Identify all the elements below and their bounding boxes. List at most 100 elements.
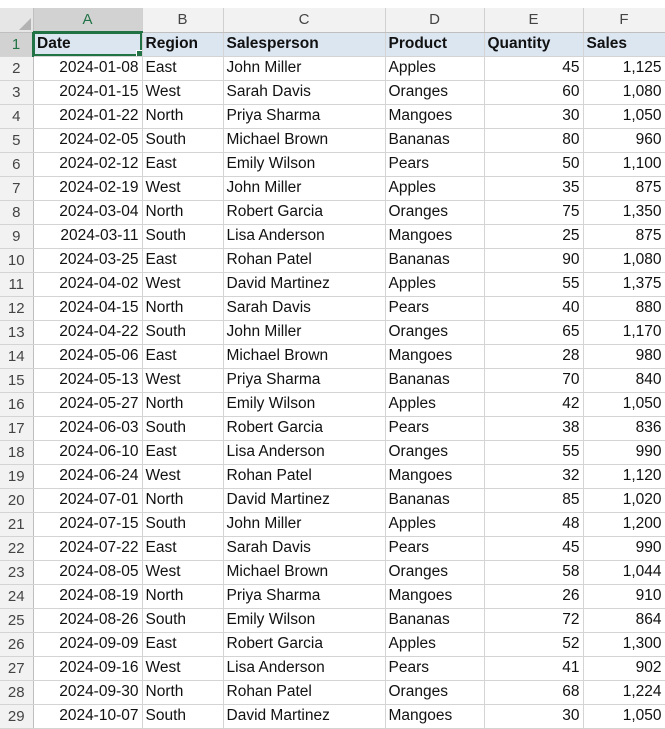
cell-date[interactable]: 2024-02-19 — [33, 176, 143, 201]
row-header[interactable]: 5 — [0, 128, 34, 153]
cell-quantity[interactable]: 48 — [484, 512, 584, 537]
cell-date[interactable]: 2024-04-22 — [33, 320, 143, 345]
cell-sales[interactable]: 1,100 — [583, 152, 665, 177]
cell-salesperson[interactable]: Robert Garcia — [223, 416, 386, 441]
row-header[interactable]: 3 — [0, 80, 34, 105]
cell-product[interactable]: Pears — [385, 296, 485, 321]
cell-quantity[interactable]: 90 — [484, 248, 584, 273]
cell-region[interactable]: South — [142, 128, 224, 153]
cell-product[interactable]: Pears — [385, 416, 485, 441]
cell-sales[interactable]: 1,125 — [583, 56, 665, 81]
row-header[interactable]: 15 — [0, 368, 34, 393]
row-header[interactable]: 8 — [0, 200, 34, 225]
cell-region[interactable]: South — [142, 320, 224, 345]
row-header[interactable]: 29 — [0, 704, 34, 729]
cell-date[interactable]: 2024-01-08 — [33, 56, 143, 81]
cell-region[interactable]: East — [142, 536, 224, 561]
cell-salesperson[interactable]: Priya Sharma — [223, 584, 386, 609]
column-header-d[interactable]: D — [385, 8, 485, 33]
cell-product[interactable]: Apples — [385, 392, 485, 417]
cell-date[interactable]: 2024-04-02 — [33, 272, 143, 297]
cell-region[interactable]: North — [142, 200, 224, 225]
cell-salesperson[interactable]: Robert Garcia — [223, 632, 386, 657]
cell-region[interactable]: North — [142, 584, 224, 609]
cell-quantity[interactable]: 68 — [484, 680, 584, 705]
cell-product[interactable]: Oranges — [385, 200, 485, 225]
column-header-e[interactable]: E — [484, 8, 584, 33]
cell-date[interactable]: 2024-03-04 — [33, 200, 143, 225]
column-header-a[interactable]: A — [33, 8, 143, 33]
row-header[interactable]: 2 — [0, 56, 34, 81]
cell-quantity[interactable]: 45 — [484, 56, 584, 81]
row-header[interactable]: 23 — [0, 560, 34, 585]
cell-region[interactable]: East — [142, 248, 224, 273]
cell-date[interactable]: 2024-08-26 — [33, 608, 143, 633]
cell-date[interactable]: 2024-01-22 — [33, 104, 143, 129]
cell-quantity[interactable]: 55 — [484, 440, 584, 465]
cell-region[interactable]: East — [142, 632, 224, 657]
cell-region[interactable]: West — [142, 656, 224, 681]
cell-region[interactable]: North — [142, 104, 224, 129]
cell-region[interactable]: North — [142, 296, 224, 321]
cell-salesperson[interactable]: Lisa Anderson — [223, 224, 386, 249]
cell-date[interactable]: 2024-05-13 — [33, 368, 143, 393]
header-cell-region[interactable]: Region — [142, 32, 224, 57]
column-header-c[interactable]: C — [223, 8, 386, 33]
cell-quantity[interactable]: 55 — [484, 272, 584, 297]
cell-product[interactable]: Apples — [385, 56, 485, 81]
cell-quantity[interactable]: 70 — [484, 368, 584, 393]
cell-date[interactable]: 2024-06-10 — [33, 440, 143, 465]
cell-region[interactable]: South — [142, 608, 224, 633]
cell-quantity[interactable]: 25 — [484, 224, 584, 249]
cell-sales[interactable]: 1,050 — [583, 392, 665, 417]
cell-salesperson[interactable]: Sarah Davis — [223, 296, 386, 321]
cell-salesperson[interactable]: Emily Wilson — [223, 152, 386, 177]
cell-salesperson[interactable]: Robert Garcia — [223, 200, 386, 225]
cell-salesperson[interactable]: David Martinez — [223, 272, 386, 297]
cell-sales[interactable]: 910 — [583, 584, 665, 609]
cell-salesperson[interactable]: Priya Sharma — [223, 368, 386, 393]
cell-product[interactable]: Oranges — [385, 560, 485, 585]
cell-region[interactable]: East — [142, 344, 224, 369]
cell-date[interactable]: 2024-08-19 — [33, 584, 143, 609]
cell-sales[interactable]: 836 — [583, 416, 665, 441]
header-cell-product[interactable]: Product — [385, 32, 485, 57]
row-header[interactable]: 27 — [0, 656, 34, 681]
cell-salesperson[interactable]: Lisa Anderson — [223, 440, 386, 465]
cell-sales[interactable]: 902 — [583, 656, 665, 681]
cell-sales[interactable]: 980 — [583, 344, 665, 369]
cell-region[interactable]: West — [142, 176, 224, 201]
cell-sales[interactable]: 960 — [583, 128, 665, 153]
header-cell-sales[interactable]: Sales — [583, 32, 665, 57]
cell-salesperson[interactable]: John Miller — [223, 56, 386, 81]
row-header[interactable]: 11 — [0, 272, 34, 297]
row-header[interactable]: 18 — [0, 440, 34, 465]
column-header-b[interactable]: B — [142, 8, 224, 33]
cell-date[interactable]: 2024-09-09 — [33, 632, 143, 657]
row-header[interactable]: 21 — [0, 512, 34, 537]
cell-quantity[interactable]: 42 — [484, 392, 584, 417]
cell-date[interactable]: 2024-03-11 — [33, 224, 143, 249]
cell-product[interactable]: Mangoes — [385, 104, 485, 129]
cell-product[interactable]: Mangoes — [385, 704, 485, 729]
cell-salesperson[interactable]: Lisa Anderson — [223, 656, 386, 681]
cell-salesperson[interactable]: Sarah Davis — [223, 80, 386, 105]
row-header[interactable]: 16 — [0, 392, 34, 417]
cell-date[interactable]: 2024-07-22 — [33, 536, 143, 561]
cell-product[interactable]: Pears — [385, 152, 485, 177]
cell-sales[interactable]: 1,044 — [583, 560, 665, 585]
row-header[interactable]: 19 — [0, 464, 34, 489]
cell-quantity[interactable]: 45 — [484, 536, 584, 561]
cell-product[interactable]: Bananas — [385, 368, 485, 393]
cell-product[interactable]: Bananas — [385, 248, 485, 273]
row-header[interactable]: 17 — [0, 416, 34, 441]
cell-salesperson[interactable]: Michael Brown — [223, 560, 386, 585]
cell-salesperson[interactable]: Michael Brown — [223, 344, 386, 369]
cell-product[interactable]: Apples — [385, 512, 485, 537]
cell-product[interactable]: Oranges — [385, 320, 485, 345]
cell-region[interactable]: South — [142, 704, 224, 729]
cell-date[interactable]: 2024-02-12 — [33, 152, 143, 177]
cell-sales[interactable]: 990 — [583, 536, 665, 561]
cell-product[interactable]: Bananas — [385, 488, 485, 513]
cell-date[interactable]: 2024-09-16 — [33, 656, 143, 681]
